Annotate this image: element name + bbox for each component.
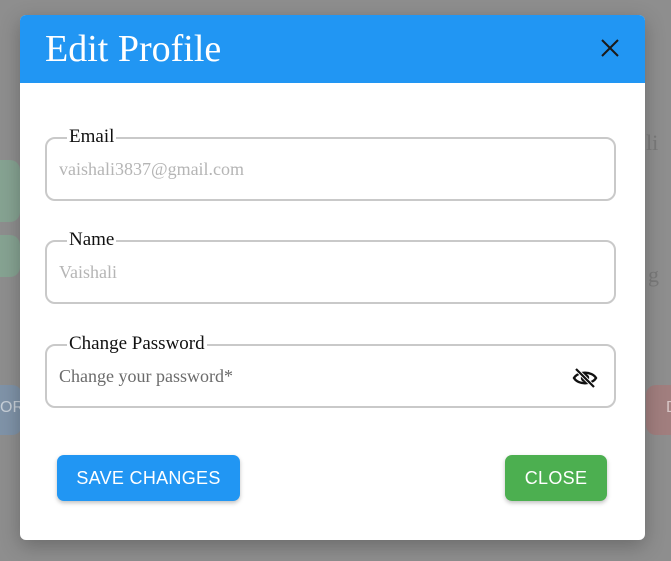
email-label: Email [67, 126, 117, 148]
background-card-1 [0, 160, 20, 222]
close-icon[interactable] [599, 37, 621, 59]
modal-title: Edit Profile [45, 28, 222, 70]
background-card-2 [0, 235, 20, 277]
eye-off-icon[interactable] [572, 366, 598, 390]
save-changes-button[interactable]: SAVE CHANGES [57, 455, 240, 501]
password-label: Change Password [67, 333, 207, 355]
name-field: Name [45, 229, 616, 304]
close-button[interactable]: CLOSE [505, 455, 607, 501]
email-input[interactable] [59, 159, 559, 180]
email-field: Email [45, 126, 616, 201]
background-text-2: g [648, 262, 659, 287]
background-right-button: D [646, 385, 671, 435]
password-field: Change Password [45, 333, 616, 408]
background-text-1: li [646, 130, 659, 155]
name-label: Name [67, 229, 117, 251]
modal-header: Edit Profile [20, 15, 645, 83]
background-left-button: OR [0, 385, 24, 435]
background-right-button-text: D [666, 399, 671, 417]
name-input[interactable] [59, 262, 559, 283]
password-input[interactable] [59, 366, 559, 387]
edit-profile-modal: Edit Profile Email Name Change Password … [20, 15, 645, 540]
